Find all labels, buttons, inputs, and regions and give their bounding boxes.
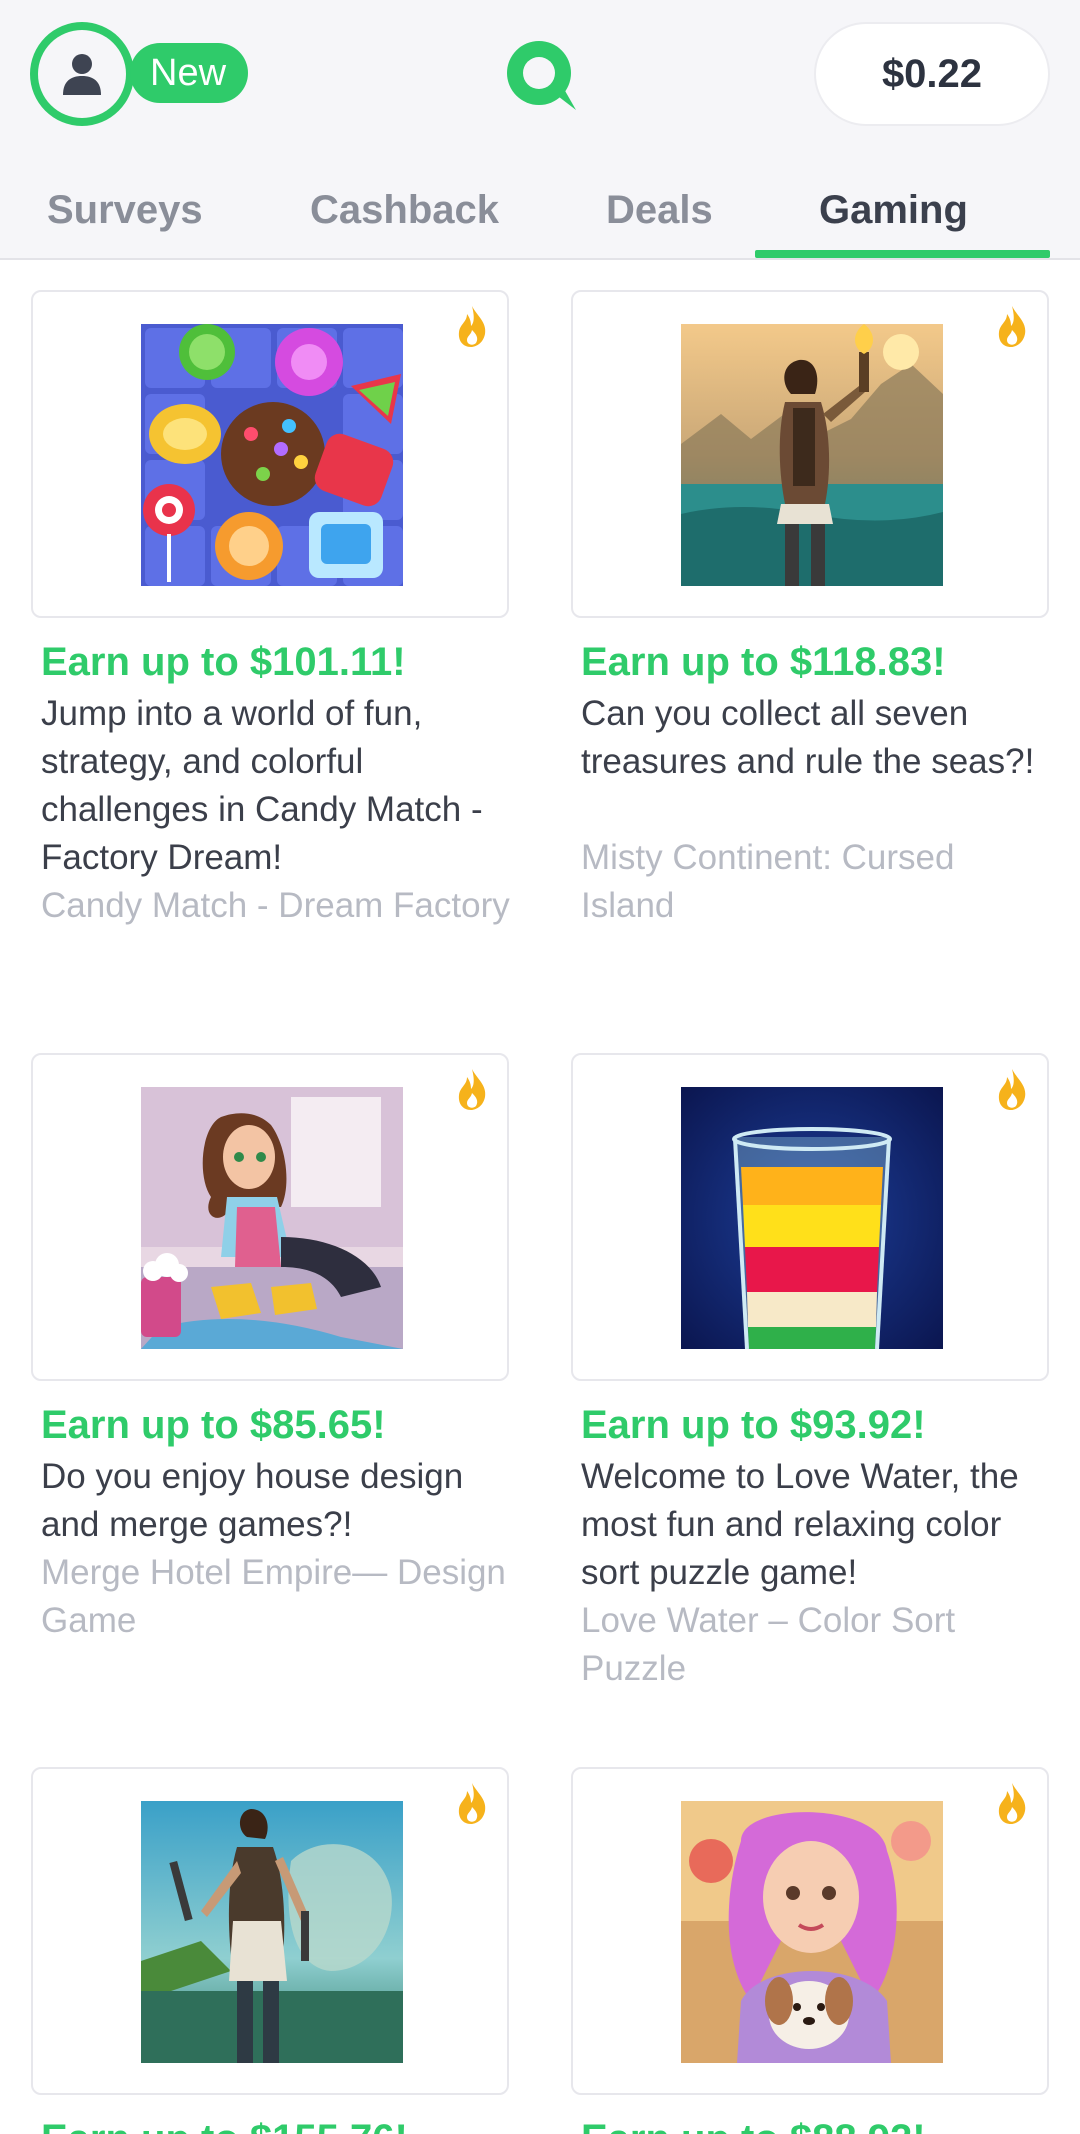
game-thumbnail <box>141 324 403 586</box>
game-thumbnail <box>681 1087 943 1349</box>
earn-amount: Earn up to $93.92! <box>581 1403 926 1447</box>
earn-amount: Earn up to $101.11! <box>41 640 406 684</box>
hot-flame-icon <box>458 306 486 347</box>
tab-deals[interactable]: Deals <box>606 188 713 233</box>
hot-flame-icon <box>998 306 1026 347</box>
game-thumbnail <box>141 1801 403 2063</box>
game-title: Misty Continent: Cursed Island <box>581 838 955 925</box>
game-thumbnail <box>141 1087 403 1349</box>
offer-image-frame[interactable] <box>571 1053 1049 1381</box>
earn-amount: Earn up to $155.76! <box>41 2117 408 2134</box>
game-title: Love Water – Color Sort Puzzle <box>581 1601 956 1688</box>
offer-image-frame[interactable] <box>31 1767 509 2095</box>
earn-amount: Earn up to $88.92! <box>581 2117 926 2134</box>
offer-image-frame[interactable] <box>571 1767 1049 2095</box>
profile-button[interactable] <box>30 22 134 126</box>
offer-description: Can you collect all seven treasures and … <box>581 694 1035 781</box>
user-icon <box>38 30 126 118</box>
offer-description: Welcome to Love Water, the most fun and … <box>581 1457 1019 1592</box>
new-badge[interactable]: New <box>130 43 249 103</box>
offer-description: Do you enjoy house design and merge game… <box>41 1457 464 1544</box>
earn-amount: Earn up to $118.83! <box>581 640 946 684</box>
hot-flame-icon <box>458 1069 486 1110</box>
chat-bubble-logo-icon[interactable] <box>504 38 578 112</box>
game-title: Candy Match - Dream Factory <box>41 886 510 925</box>
offer-image-frame[interactable] <box>571 290 1049 618</box>
app-header: New $0.22 <box>0 0 1080 150</box>
category-tabs: Surveys Cashback Deals Gaming <box>0 150 1080 260</box>
offer-image-frame[interactable] <box>31 1053 509 1381</box>
hot-flame-icon <box>998 1069 1026 1110</box>
game-thumbnail <box>681 1801 943 2063</box>
game-thumbnail <box>681 324 943 586</box>
offer-description: Jump into a world of fun, strategy, and … <box>41 694 483 877</box>
offer-image-frame[interactable] <box>31 290 509 618</box>
balance-display[interactable]: $0.22 <box>814 22 1050 126</box>
hot-flame-icon <box>458 1783 486 1824</box>
tab-cashback[interactable]: Cashback <box>310 188 499 233</box>
active-tab-indicator <box>755 250 1050 258</box>
tab-surveys[interactable]: Surveys <box>47 188 203 233</box>
tab-gaming[interactable]: Gaming <box>819 188 968 233</box>
game-title: Merge Hotel Empire— Design Game <box>41 1553 506 1640</box>
earn-amount: Earn up to $85.65! <box>41 1403 386 1447</box>
hot-flame-icon <box>998 1783 1026 1824</box>
